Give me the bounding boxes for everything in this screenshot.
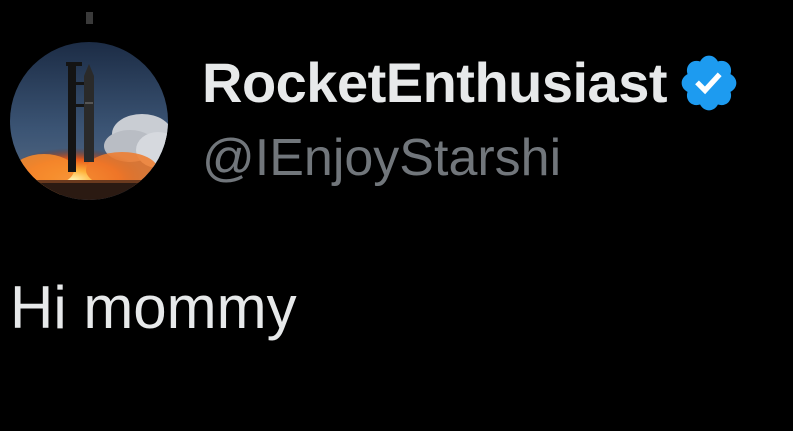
rocket-launch-photo-icon — [10, 42, 168, 200]
verified-badge-icon[interactable] — [677, 51, 741, 115]
display-name[interactable]: RocketEnthusiast — [202, 55, 668, 111]
avatar[interactable] — [10, 42, 168, 200]
author-handle[interactable]: @IEnjoyStarshi — [202, 132, 561, 184]
top-edge-mark — [86, 12, 93, 24]
tweet-text: Hi mommy — [10, 274, 297, 341]
author-name-row[interactable]: RocketEnthusiast — [202, 48, 741, 118]
